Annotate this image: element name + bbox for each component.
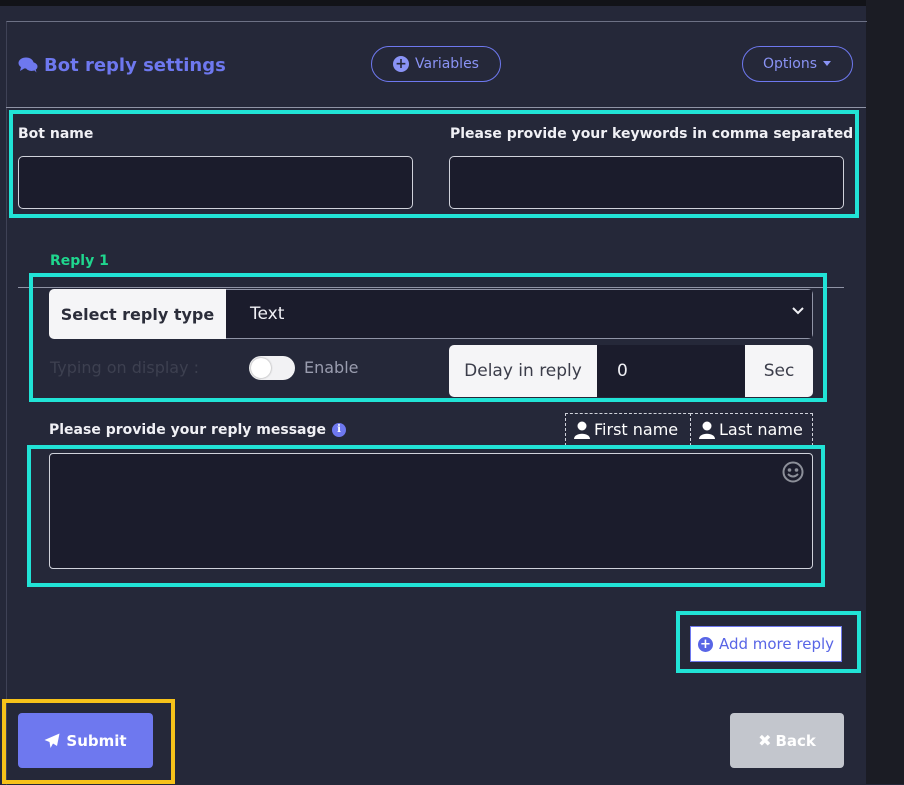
user-icon [574,421,590,439]
panel-title-text: Bot reply settings [44,54,226,76]
reply-message-label: Please provide your reply message i [49,422,346,438]
highlight-reply-type [29,273,827,402]
header-divider [6,107,866,108]
options-dropdown[interactable]: Options [742,46,853,82]
highlight-submit [2,699,175,784]
last-name-button[interactable]: Last name [690,413,813,446]
first-name-label: First name [594,420,679,439]
back-button[interactable]: ✖ Back [730,713,844,768]
close-icon: ✖ [758,731,772,750]
user-icon [699,421,715,439]
info-icon[interactable]: i [332,423,346,437]
panel-title: Bot reply settings [18,52,226,78]
back-label: Back [775,731,816,750]
top-strip [0,0,904,6]
last-name-label: Last name [719,420,803,439]
plus-circle-icon: + [393,56,409,72]
right-scroll-area [866,0,904,784]
variables-button[interactable]: + Variables [371,46,501,82]
reply-title: Reply 1 [50,253,109,269]
options-dropdown-label: Options [762,56,818,72]
caret-down-icon [823,61,832,66]
highlight-reply-message [27,445,825,587]
first-name-button[interactable]: First name [565,413,691,446]
reply-message-label-text: Please provide your reply message [49,422,326,438]
highlight-name-keywords [9,110,859,218]
comments-icon [18,57,38,73]
highlight-add-more [676,611,861,673]
variables-button-label: Variables [415,56,479,72]
